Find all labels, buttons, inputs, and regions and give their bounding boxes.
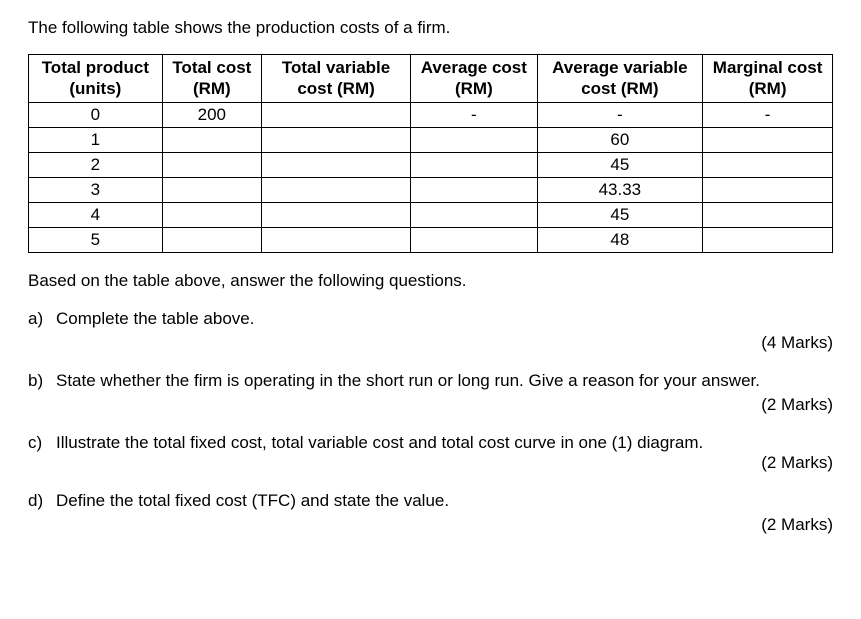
- question-b-label: b): [28, 371, 56, 391]
- table-row: 1 60: [29, 127, 833, 152]
- cell: [162, 202, 261, 227]
- header-average-variable-cost: Average variable cost (RM): [537, 55, 703, 103]
- cell: [411, 177, 537, 202]
- cell: [261, 102, 410, 127]
- question-a-text: Complete the table above.: [56, 309, 833, 329]
- header-total-cost: Total cost (RM): [162, 55, 261, 103]
- header-average-cost: Average cost (RM): [411, 55, 537, 103]
- cell: [703, 177, 833, 202]
- cell: [703, 127, 833, 152]
- question-b: b) State whether the firm is operating i…: [28, 371, 833, 415]
- question-c-text: Illustrate the total fixed cost, total v…: [56, 433, 833, 453]
- cell: [162, 227, 261, 252]
- question-a-label: a): [28, 309, 56, 329]
- question-d-marks: (2 Marks): [28, 515, 833, 535]
- cell: [261, 152, 410, 177]
- question-d: d) Define the total fixed cost (TFC) and…: [28, 491, 833, 535]
- cell: [703, 227, 833, 252]
- question-c-marks: (2 Marks): [56, 453, 833, 473]
- cell: 60: [537, 127, 703, 152]
- table-row: 0 200 - - -: [29, 102, 833, 127]
- cell: 0: [29, 102, 163, 127]
- table-row: 5 48: [29, 227, 833, 252]
- cell: 200: [162, 102, 261, 127]
- cell: [411, 152, 537, 177]
- question-d-label: d): [28, 491, 56, 511]
- cell: [162, 127, 261, 152]
- header-total-product: Total product (units): [29, 55, 163, 103]
- cell: -: [703, 102, 833, 127]
- cell: [162, 152, 261, 177]
- cell: [162, 177, 261, 202]
- cell: [261, 202, 410, 227]
- cell: 3: [29, 177, 163, 202]
- question-a-marks: (4 Marks): [28, 333, 833, 353]
- cell: [411, 202, 537, 227]
- table-row: 3 43.33: [29, 177, 833, 202]
- cell: 45: [537, 202, 703, 227]
- cell: [411, 127, 537, 152]
- cell: 48: [537, 227, 703, 252]
- header-marginal-cost: Marginal cost (RM): [703, 55, 833, 103]
- cell: 5: [29, 227, 163, 252]
- table-row: 4 45: [29, 202, 833, 227]
- table-header-row: Total product (units) Total cost (RM) To…: [29, 55, 833, 103]
- cell: -: [411, 102, 537, 127]
- header-total-variable-cost: Total variable cost (RM): [261, 55, 410, 103]
- cell: -: [537, 102, 703, 127]
- question-b-text: State whether the firm is operating in t…: [56, 371, 833, 391]
- question-c-label: c): [28, 433, 56, 453]
- cell: 2: [29, 152, 163, 177]
- cost-table: Total product (units) Total cost (RM) To…: [28, 54, 833, 253]
- cell: [703, 152, 833, 177]
- cell: 43.33: [537, 177, 703, 202]
- question-a: a) Complete the table above. (4 Marks): [28, 309, 833, 353]
- cell: [703, 202, 833, 227]
- instruction-text: Based on the table above, answer the fol…: [28, 271, 833, 291]
- table-row: 2 45: [29, 152, 833, 177]
- cell: [261, 227, 410, 252]
- question-c: c) Illustrate the total fixed cost, tota…: [28, 433, 833, 473]
- question-d-text: Define the total fixed cost (TFC) and st…: [56, 491, 833, 511]
- intro-text: The following table shows the production…: [28, 18, 833, 38]
- cell: 4: [29, 202, 163, 227]
- cell: [261, 127, 410, 152]
- cell: [261, 177, 410, 202]
- cell: 1: [29, 127, 163, 152]
- cell: [411, 227, 537, 252]
- question-b-marks: (2 Marks): [28, 395, 833, 415]
- cell: 45: [537, 152, 703, 177]
